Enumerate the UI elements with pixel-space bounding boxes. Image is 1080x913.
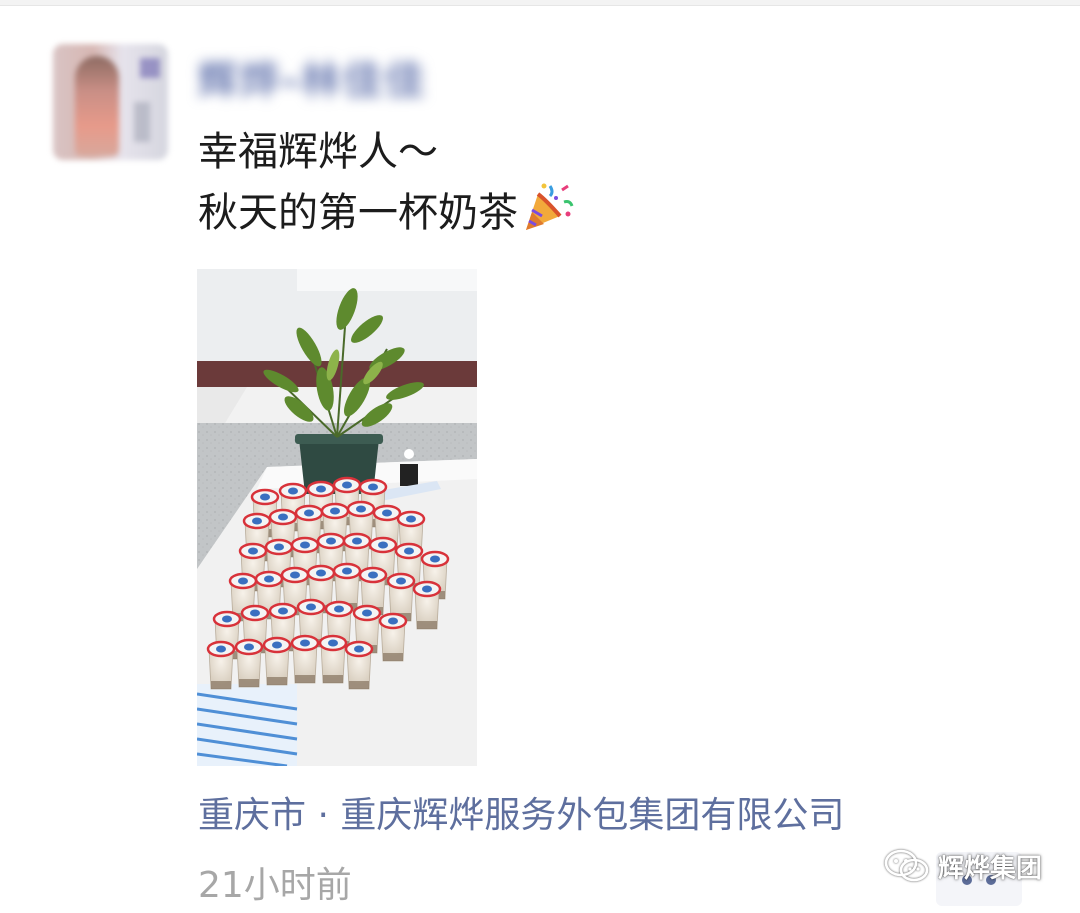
top-divider — [0, 0, 1080, 6]
milk-tea-cup — [234, 638, 264, 688]
milk-tea-cup — [412, 580, 442, 630]
watermark: 辉烨集团 — [884, 848, 1042, 884]
username[interactable]: 辉烨-林佳佳 — [198, 48, 427, 106]
milk-tea-photo — [197, 269, 477, 766]
milk-tea-cup — [206, 640, 236, 690]
milk-tea-cup — [290, 634, 320, 684]
milk-tea-cup — [344, 640, 374, 690]
watermark-text: 辉烨集团 — [938, 853, 1043, 884]
party-popper-icon — [526, 183, 574, 230]
post-text-line-1: 幸福辉烨人～ — [198, 129, 438, 175]
post-text-line-2: 秋天的第一杯奶茶 — [198, 180, 574, 241]
moments-post: 辉烨-林佳佳 幸福辉烨人～ 秋天的第一杯奶茶 重庆市 · 重庆辉烨服务外包集团有… — [0, 0, 1080, 913]
wechat-icon — [884, 849, 929, 882]
avatar[interactable] — [53, 44, 168, 160]
post-photo[interactable] — [197, 269, 477, 766]
milk-tea-cup — [262, 636, 292, 686]
timestamp: 21小时前 — [198, 865, 352, 906]
milk-tea-cup — [318, 634, 348, 684]
location-link[interactable]: 重庆市 · 重庆辉烨服务外包集团有限公司 — [198, 786, 844, 838]
post-text: 幸福辉烨人～ 秋天的第一杯奶茶 — [198, 124, 574, 241]
milk-tea-cup — [378, 612, 408, 662]
